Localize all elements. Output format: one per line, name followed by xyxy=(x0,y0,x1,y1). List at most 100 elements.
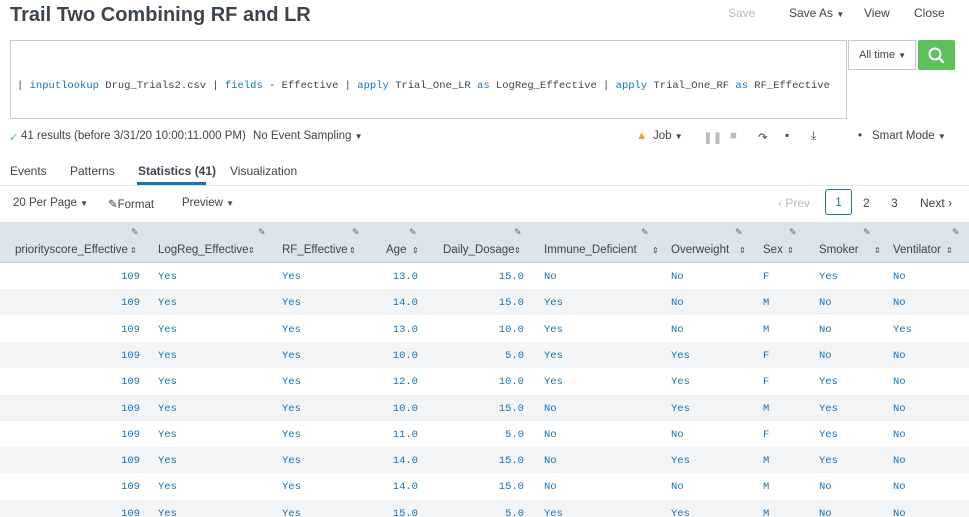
column-header-priorityscore-effective[interactable]: priorityscore_Effective xyxy=(15,244,128,256)
chevron-right-icon: › xyxy=(948,196,953,210)
cell-smoker: Yes xyxy=(819,455,838,468)
tab-statistics[interactable]: Statistics (41) xyxy=(138,164,216,178)
edit-column-pencil-icon[interactable]: ✎ xyxy=(789,228,797,237)
cell-sex: M xyxy=(763,507,770,517)
cell-daily-dosage: 10.0 xyxy=(498,376,524,389)
page-1-button[interactable]: 1 xyxy=(825,189,852,215)
sort-icon[interactable]: ⇕ xyxy=(514,246,521,255)
table-controls: 20 Per Page ▼ ✎Format Preview ▼ xyxy=(0,190,969,218)
cell-logreg-effective: Yes xyxy=(158,297,177,310)
share-icon[interactable]: ↷ xyxy=(758,130,768,144)
column-header-ventilator[interactable]: Ventilator xyxy=(893,244,941,256)
cell-age: 11.0 xyxy=(392,428,418,441)
format-button[interactable]: ✎Format xyxy=(108,197,154,211)
sort-icon[interactable]: ⇕ xyxy=(349,246,356,255)
export-icon[interactable]: ⤓ xyxy=(811,130,816,143)
search-text: LogReg_Effective | xyxy=(489,80,616,92)
cell-daily-dosage: 15.0 xyxy=(498,271,524,283)
cell-sex: F xyxy=(763,428,770,441)
search-button[interactable] xyxy=(918,40,955,70)
cell-ventilator: No xyxy=(893,402,906,415)
column-header-sex[interactable]: Sex xyxy=(763,244,783,256)
next-page-button[interactable]: Next › xyxy=(920,196,952,210)
table-row: 109 Yes Yes 10.0 15.0 No Yes M Yes No xyxy=(0,394,969,421)
cell-overweight: No xyxy=(671,297,684,310)
cell-daily-dosage: 10.0 xyxy=(498,323,524,336)
job-menu[interactable]: Job ▼ xyxy=(653,130,683,142)
tab-visualization[interactable]: Visualization xyxy=(230,164,297,178)
pause-icon[interactable]: ❚❚ xyxy=(703,130,722,144)
sort-icon[interactable]: ⇕ xyxy=(652,246,659,255)
cell-smoker: No xyxy=(819,507,832,517)
sort-icon[interactable]: ⇕ xyxy=(248,246,255,255)
cell-age: 15.0 xyxy=(392,507,418,517)
search-mode-dropdown[interactable]: Smart Mode ▼ xyxy=(872,130,946,142)
page-3-button[interactable]: 3 xyxy=(891,196,898,210)
save-button[interactable]: Save xyxy=(728,6,755,20)
cell-immune-deficient: Yes xyxy=(544,376,563,389)
cell-age: 14.0 xyxy=(392,481,418,494)
column-header-smoker[interactable]: Smoker xyxy=(819,244,859,256)
time-range-picker[interactable]: All time ▼ xyxy=(848,40,916,70)
tab-events[interactable]: Events xyxy=(10,164,47,178)
results-count: 41 results (before 3/31/20 10:00:11.000 … xyxy=(21,130,246,142)
search-query-editor[interactable]: | inputlookup Drug_Trials2.csv | fields … xyxy=(10,40,847,119)
sort-icon[interactable]: ⇕ xyxy=(412,246,419,255)
sort-icon[interactable]: ⇕ xyxy=(787,246,794,255)
lightbulb-icon: • xyxy=(858,130,863,142)
stop-icon[interactable]: ■ xyxy=(730,130,737,142)
view-button[interactable]: View xyxy=(864,6,890,20)
save-as-button[interactable]: Save As ▼ xyxy=(789,6,844,20)
cell-smoker: No xyxy=(819,297,832,310)
edit-column-pencil-icon[interactable]: ✎ xyxy=(514,228,522,237)
sort-icon[interactable]: ⇕ xyxy=(739,246,746,255)
cell-overweight: No xyxy=(671,428,684,441)
event-sampling-dropdown[interactable]: No Event Sampling ▼ xyxy=(253,130,363,142)
sort-icon[interactable]: ⇕ xyxy=(130,246,137,255)
edit-column-pencil-icon[interactable]: ✎ xyxy=(641,228,649,237)
edit-column-pencil-icon[interactable]: ✎ xyxy=(409,228,417,237)
search-mode-label: Smart Mode xyxy=(872,130,935,142)
close-button[interactable]: Close xyxy=(914,6,945,20)
table-row: 109 Yes Yes 14.0 15.0 No No M No No xyxy=(0,473,969,499)
sort-icon[interactable]: ⇕ xyxy=(874,246,881,255)
job-label: Job xyxy=(653,130,672,142)
column-header-overweight[interactable]: Overweight xyxy=(671,244,729,256)
cell-overweight: Yes xyxy=(671,455,690,468)
cell-sex: M xyxy=(763,402,770,415)
cell-overweight: No xyxy=(671,481,684,494)
search-text: | xyxy=(17,80,30,92)
preview-dropdown[interactable]: Preview ▼ xyxy=(182,197,234,209)
cell-priorityscore-effective: 109 xyxy=(121,428,140,441)
edit-column-pencil-icon[interactable]: ✎ xyxy=(258,228,266,237)
column-header-daily-dosage[interactable]: Daily_Dosage xyxy=(443,244,515,256)
per-page-dropdown[interactable]: 20 Per Page ▼ xyxy=(13,197,88,209)
prev-page-button[interactable]: ‹ Prev xyxy=(778,196,810,210)
cell-logreg-effective: Yes xyxy=(158,428,177,441)
edit-column-pencil-icon[interactable]: ✎ xyxy=(131,228,139,237)
cell-sex: F xyxy=(763,271,770,283)
title-bar: Trail Two Combining RF and LR Save Save … xyxy=(0,0,969,36)
cell-logreg-effective: Yes xyxy=(158,507,177,517)
cell-overweight: Yes xyxy=(671,507,690,517)
column-header-rf-effective[interactable]: RF_Effective xyxy=(282,244,348,256)
sort-icon[interactable]: ⇕ xyxy=(946,246,953,255)
edit-column-pencil-icon[interactable]: ✎ xyxy=(952,228,960,237)
column-header-logreg-effective[interactable]: LogReg_Effective xyxy=(158,244,249,256)
prev-label: Prev xyxy=(785,196,811,210)
print-icon[interactable]: ▪ xyxy=(785,130,789,142)
page-2-button[interactable]: 2 xyxy=(863,196,870,210)
caret-down-icon: ▼ xyxy=(836,10,845,19)
column-header-immune-deficient[interactable]: Immune_Deficient xyxy=(544,244,637,256)
edit-column-pencil-icon[interactable]: ✎ xyxy=(863,228,871,237)
cell-priorityscore-effective: 109 xyxy=(121,507,140,517)
search-text: RF_Effective xyxy=(748,80,830,92)
column-header-age[interactable]: Age xyxy=(386,244,406,256)
cell-overweight: Yes xyxy=(671,402,690,415)
cell-priorityscore-effective: 109 xyxy=(121,402,140,415)
tab-patterns[interactable]: Patterns xyxy=(70,164,115,178)
caret-down-icon: ▼ xyxy=(674,132,683,141)
edit-column-pencil-icon[interactable]: ✎ xyxy=(735,228,743,237)
edit-column-pencil-icon[interactable]: ✎ xyxy=(352,228,360,237)
cell-daily-dosage: 15.0 xyxy=(498,402,524,415)
